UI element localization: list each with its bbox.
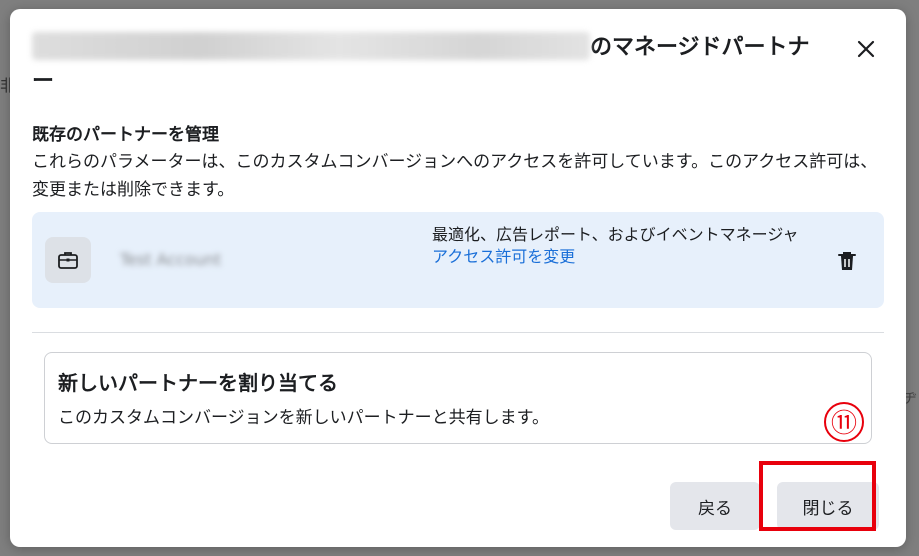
managed-partners-dialog: のマネージドパートナー 既存のパートナーを管理 これらのパラメーターは、このカス… xyxy=(10,9,906,547)
section-description: これらのパラメーターは、このカスタムコンバージョンへのアクセスを許可しています。… xyxy=(32,152,878,200)
delete-partner-button[interactable] xyxy=(832,246,862,276)
assign-new-partner-button[interactable]: 新しいパートナーを割り当てる このカスタムコンバージョンを新しいパートナーと共有… xyxy=(44,352,872,444)
step-number-annotation: ⑪ xyxy=(824,402,864,442)
close-icon xyxy=(857,40,875,58)
assign-description: このカスタムコンバージョンを新しいパートナーと共有します。 xyxy=(58,408,549,428)
permissions-list: 最適化、広告レポート、およびイベントマネージャ xyxy=(432,225,799,244)
dialog-title: のマネージドパートナー xyxy=(32,31,812,99)
partner-name: Test Account xyxy=(120,250,222,269)
partner-item: Test Account 最適化、広告レポート、およびイベントマネージャ アクセ… xyxy=(32,212,884,308)
divider xyxy=(32,332,884,333)
partner-permissions: 最適化、広告レポート、およびイベントマネージャ アクセス許可を変更 xyxy=(432,224,822,268)
section-title: 既存のパートナーを管理 xyxy=(32,125,219,145)
briefcase-icon xyxy=(58,252,78,269)
close-button[interactable] xyxy=(848,31,884,67)
close-dialog-button[interactable]: 閉じる xyxy=(777,482,879,530)
assign-title: 新しいパートナーを割り当てる xyxy=(58,371,338,395)
back-button[interactable]: 戻る xyxy=(670,482,760,530)
redacted-business-name xyxy=(32,32,590,60)
partner-avatar xyxy=(45,237,91,283)
trash-icon xyxy=(838,252,856,270)
change-permissions-link[interactable]: アクセス許可を変更 xyxy=(432,247,575,266)
